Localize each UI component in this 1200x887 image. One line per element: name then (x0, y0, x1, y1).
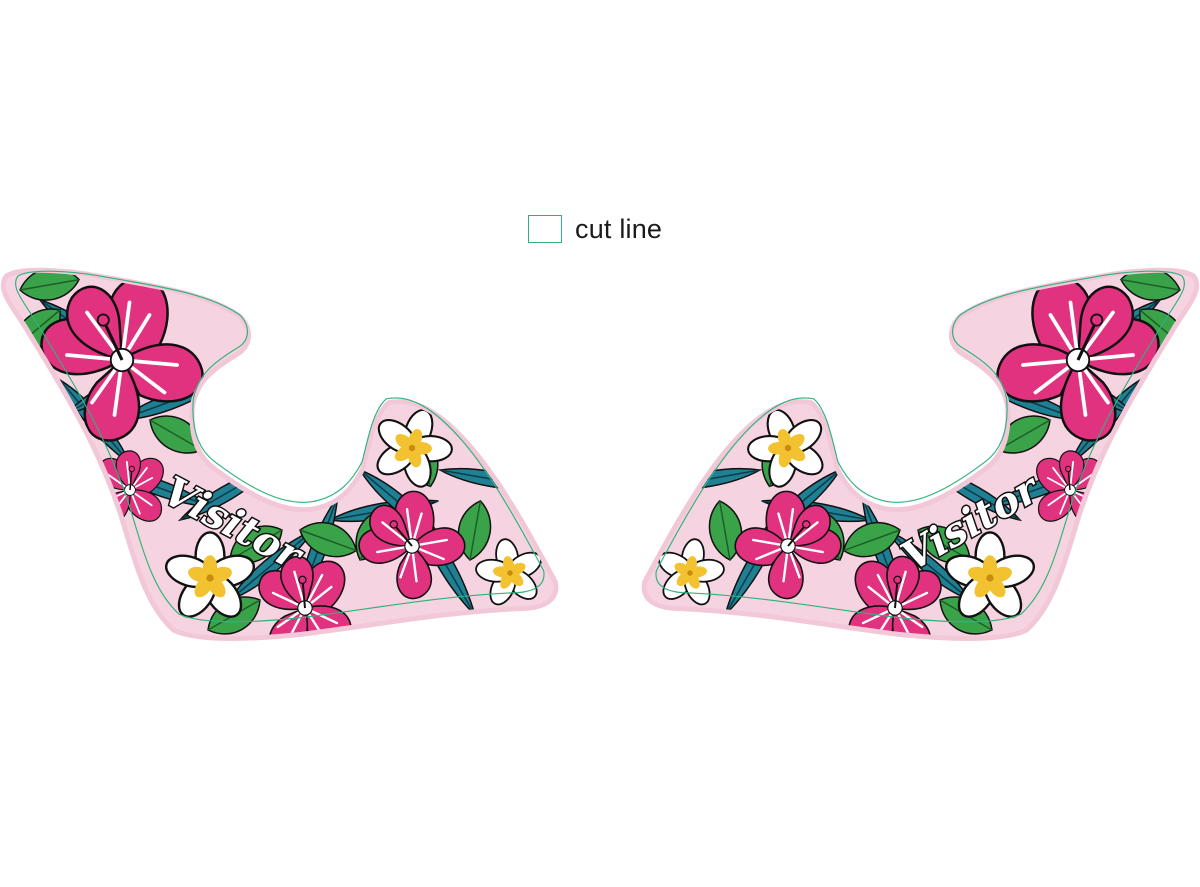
left-decal: Visitor (0, 260, 570, 674)
right-decal: Visitor (630, 260, 1200, 674)
decal-artwork: Visitor Visitor (0, 0, 1200, 887)
